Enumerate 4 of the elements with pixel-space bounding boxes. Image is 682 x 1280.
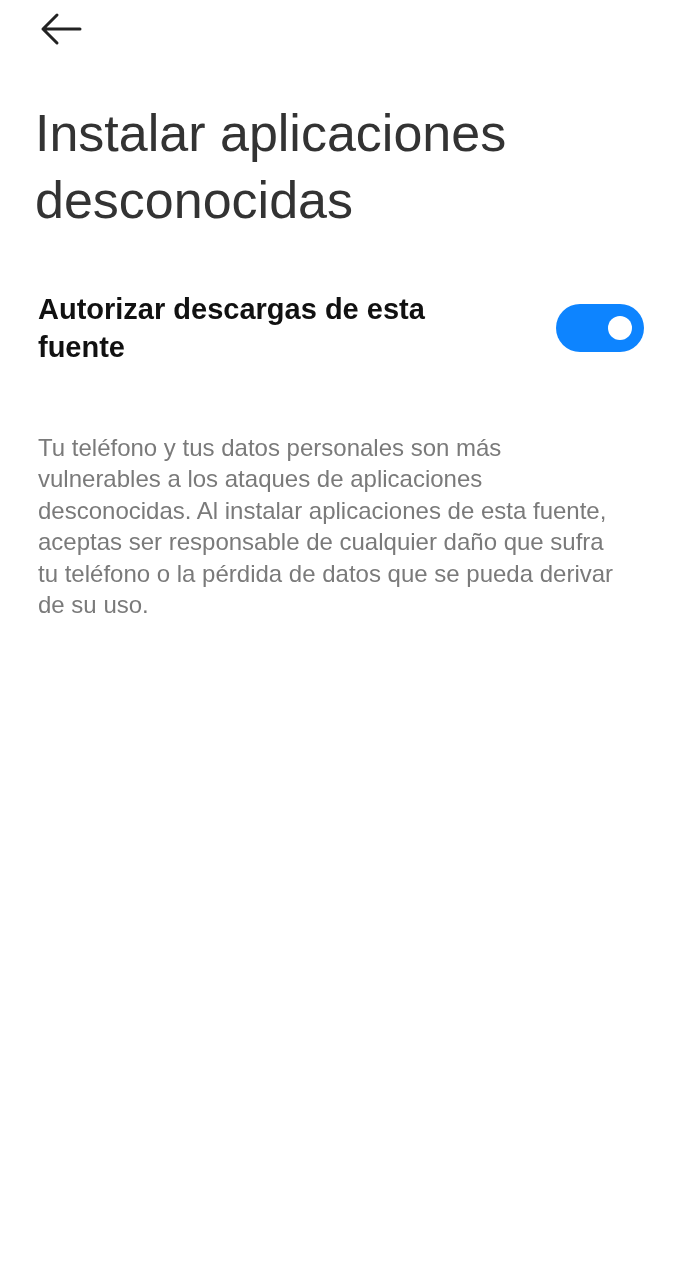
toggle-switch[interactable] — [556, 304, 644, 352]
page-title: Instalar aplicaciones desconocidas — [35, 103, 508, 231]
setting-label: Autorizar descargas de esta fuente — [38, 292, 426, 365]
warning-text: Tu teléfono y tus datos personales son más vulnerables a los ataques de aplicaciones desconocidas. Al instalar aplicaciones de esta fuente, aceptas ser responsable de cualquier daño que sufra tu teléfono o la pérdida de datos que se pueda derivar de su uso. — [38, 433, 615, 621]
